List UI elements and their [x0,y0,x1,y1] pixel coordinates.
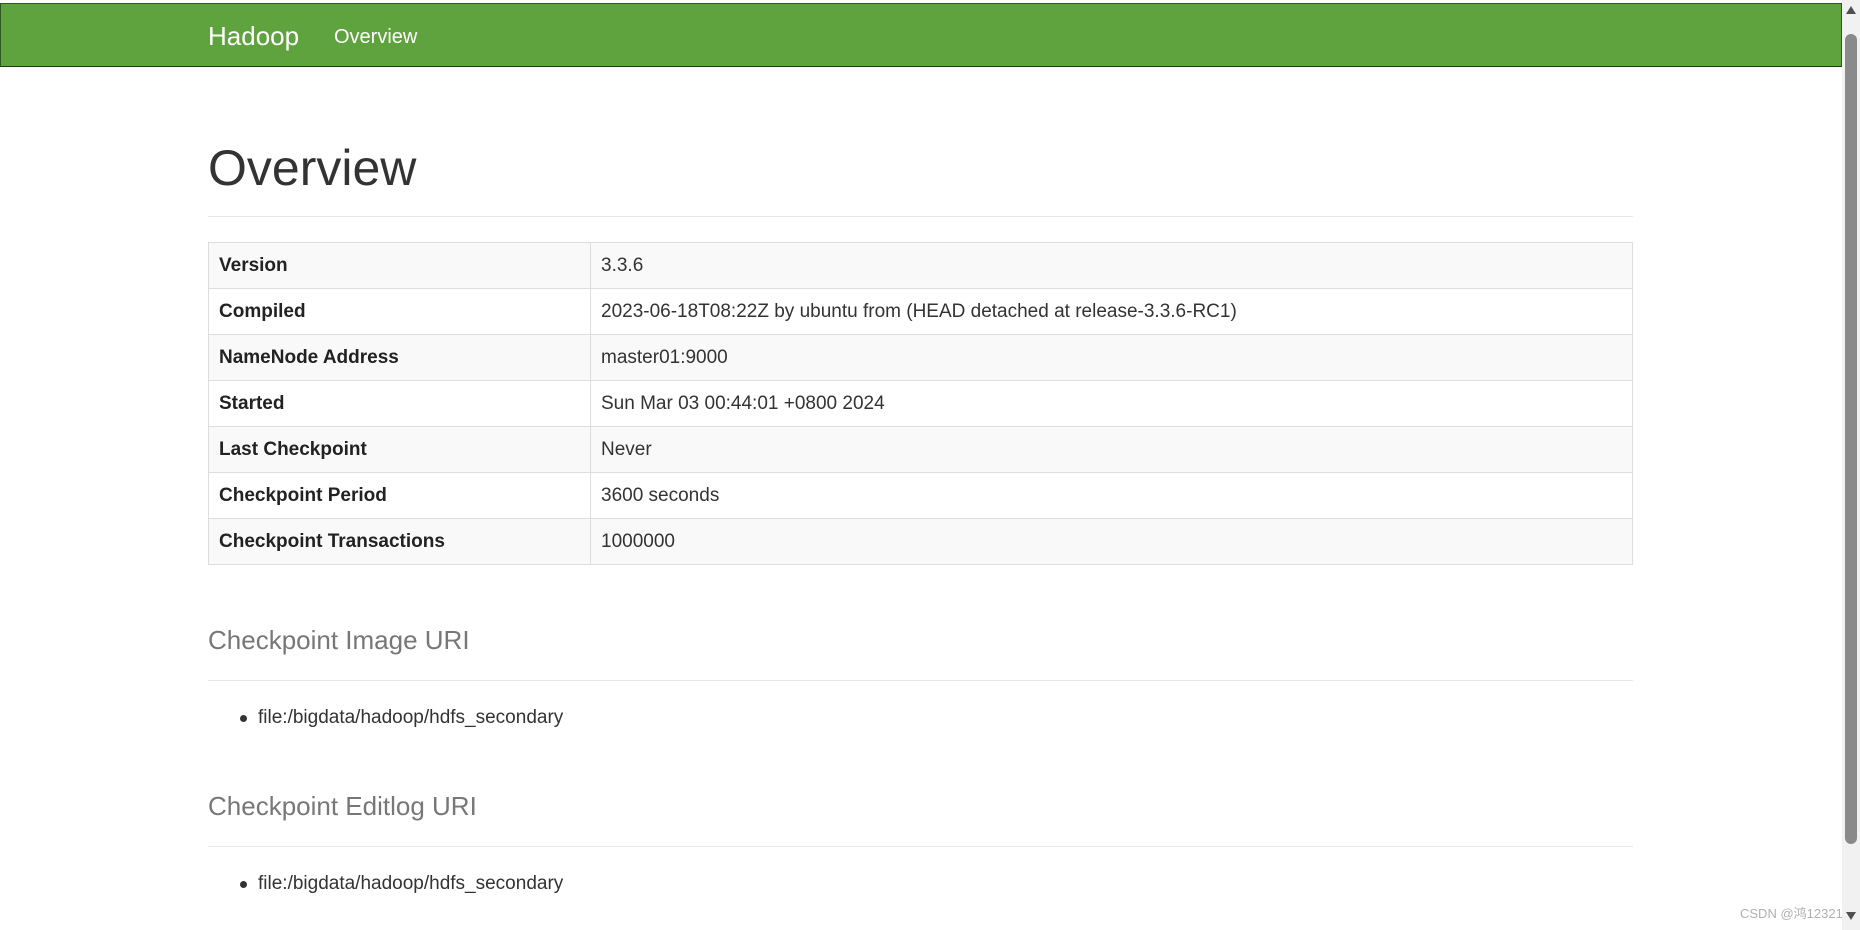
table-row: Version 3.3.6 [208,242,1633,289]
checkpoint-editlog-uri-title: Checkpoint Editlog URI [208,791,477,821]
top-navbar: Hadoop Overview [0,3,1842,67]
checkpoint-image-uri-list: file:/bigdata/hadoop/hdfs_secondary [239,705,563,731]
row-value: 1000000 [590,518,1633,565]
table-row: Started Sun Mar 03 00:44:01 +0800 2024 [208,380,1633,427]
vertical-scrollbar[interactable] [1842,0,1860,930]
section-divider [208,680,1633,681]
row-key: Last Checkpoint [208,426,591,473]
table-row: Last Checkpoint Never [208,426,1633,473]
row-key: Checkpoint Transactions [208,518,591,565]
list-item: file:/bigdata/hadoop/hdfs_secondary [239,871,563,897]
row-key: Started [208,380,591,427]
row-key: Checkpoint Period [208,472,591,519]
row-key: Compiled [208,288,591,335]
list-item: file:/bigdata/hadoop/hdfs_secondary [239,705,563,731]
row-value: Sun Mar 03 00:44:01 +0800 2024 [590,380,1633,427]
row-value: 3.3.6 [590,242,1633,289]
table-row: Checkpoint Period 3600 seconds [208,472,1633,519]
row-value: master01:9000 [590,334,1633,381]
scroll-up-arrow-icon[interactable] [1846,6,1856,14]
section-divider [208,846,1633,847]
scrollbar-thumb[interactable] [1845,34,1857,844]
watermark: CSDN @鸿12321 [1740,906,1843,921]
table-row: Compiled 2023-06-18T08:22Z by ubuntu fro… [208,288,1633,335]
scroll-down-arrow-icon[interactable] [1846,912,1856,920]
table-row: Checkpoint Transactions 1000000 [208,518,1633,565]
checkpoint-image-uri-title: Checkpoint Image URI [208,625,470,655]
title-divider [208,216,1633,217]
row-key: NameNode Address [208,334,591,381]
nav-link-overview[interactable]: Overview [334,24,417,50]
page-title: Overview [208,140,417,196]
overview-table: Version 3.3.6 Compiled 2023-06-18T08:22Z… [208,242,1633,565]
checkpoint-editlog-uri-list: file:/bigdata/hadoop/hdfs_secondary [239,871,563,897]
brand-link[interactable]: Hadoop [208,21,299,51]
row-value: 2023-06-18T08:22Z by ubuntu from (HEAD d… [590,288,1633,335]
row-value: Never [590,426,1633,473]
page: Hadoop Overview Overview Version 3.3.6 C… [0,0,1860,930]
table-row: NameNode Address master01:9000 [208,334,1633,381]
row-key: Version [208,242,591,289]
row-value: 3600 seconds [590,472,1633,519]
